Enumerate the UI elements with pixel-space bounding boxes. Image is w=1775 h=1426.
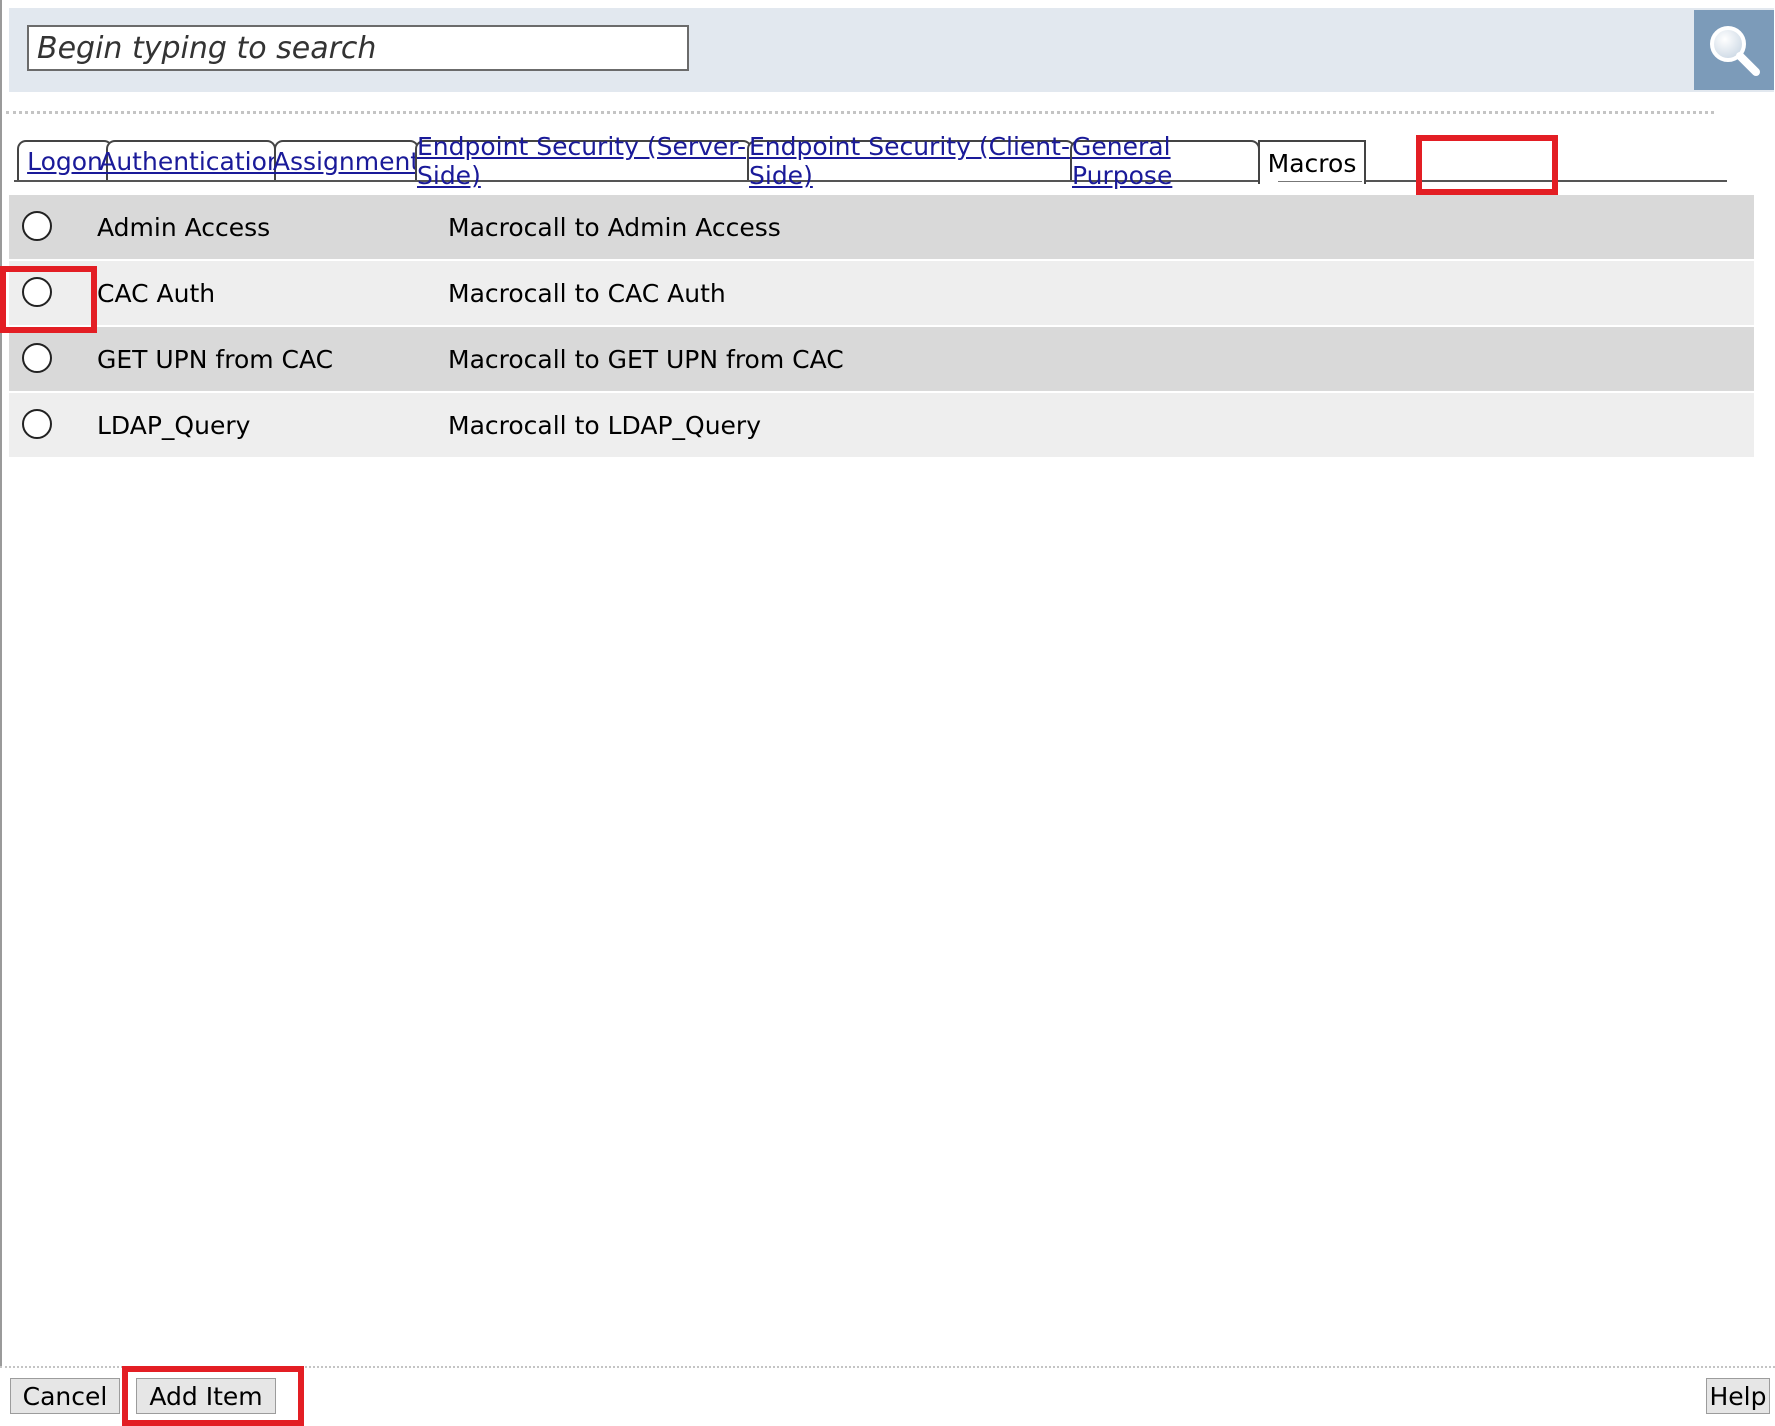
tab-authentication[interactable]: Authentication xyxy=(99,140,283,180)
macro-name: CAC Auth xyxy=(97,279,216,308)
macro-name: Admin Access xyxy=(97,213,271,242)
radio-button[interactable] xyxy=(22,409,52,439)
tab-general-purpose[interactable]: General Purpose xyxy=(1070,132,1260,190)
tab-macros[interactable]: Macros xyxy=(1258,140,1366,184)
macro-name: LDAP_Query xyxy=(97,411,251,440)
search-bar xyxy=(9,8,1774,92)
search-input[interactable] xyxy=(27,25,689,71)
tab-endpoint-security-client-side[interactable]: Endpoint Security (Client-Side) xyxy=(747,132,1075,190)
tab-macros-underline xyxy=(1278,181,1362,182)
tab-strip: Logon Authentication Assignment Endpoint… xyxy=(14,132,1727,190)
magnifier-icon xyxy=(1710,26,1760,76)
macro-description: Macrocall to Admin Access xyxy=(448,213,781,242)
macro-description: Macrocall to CAC Auth xyxy=(448,279,726,308)
macro-name: GET UPN from CAC xyxy=(97,345,334,374)
radio-button[interactable] xyxy=(22,277,52,307)
footer-divider xyxy=(0,1366,1775,1368)
macro-description: Macrocall to LDAP_Query xyxy=(448,411,762,440)
help-button[interactable]: Help xyxy=(1706,1378,1770,1414)
tab-macros-label: Macros xyxy=(1267,148,1357,178)
top-divider xyxy=(6,111,1714,114)
add-item-button[interactable]: Add Item xyxy=(136,1378,276,1414)
radio-button[interactable] xyxy=(22,211,52,241)
list-item[interactable]: Admin Access Macrocall to Admin Access xyxy=(9,195,1754,261)
tab-endpoint-security-server-side[interactable]: Endpoint Security (Server-Side) xyxy=(415,132,752,190)
list-item[interactable]: LDAP_Query Macrocall to LDAP_Query xyxy=(9,393,1754,459)
tab-assignment[interactable]: Assignment xyxy=(273,140,420,180)
radio-button[interactable] xyxy=(22,343,52,373)
macro-description: Macrocall to GET UPN from CAC xyxy=(448,345,844,374)
list-item[interactable]: CAC Auth Macrocall to CAC Auth xyxy=(9,261,1754,327)
page-left-edge xyxy=(0,0,2,1366)
macro-list: Admin Access Macrocall to Admin Access C… xyxy=(9,195,1754,459)
list-item[interactable]: GET UPN from CAC Macrocall to GET UPN fr… xyxy=(9,327,1754,393)
cancel-button[interactable]: Cancel xyxy=(10,1378,120,1414)
search-button[interactable] xyxy=(1694,10,1774,90)
